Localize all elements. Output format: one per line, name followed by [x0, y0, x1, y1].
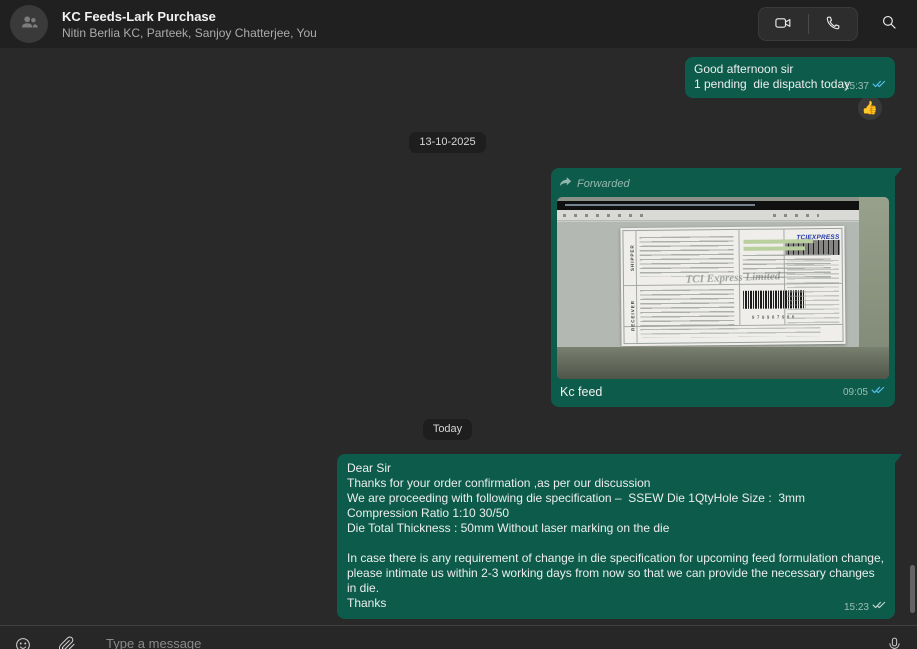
attach-button[interactable] — [58, 636, 76, 649]
header-actions — [758, 7, 903, 41]
group-people-icon — [18, 11, 40, 38]
message-input[interactable] — [106, 636, 860, 649]
image-caption-row: Kc feed 09:05 — [557, 379, 889, 401]
chat-header: KC Feeds-Lark Purchase Nitin Berlia KC, … — [0, 0, 917, 48]
message-time: 15:23 — [844, 600, 869, 615]
forwarded-image-message[interactable]: Forwarded SHIPPER RECEIVER TCIEXPRESS — [551, 168, 895, 407]
pdf-viewer-area: SHIPPER RECEIVER TCIEXPRESS 979987986 TC… — [557, 222, 859, 347]
consignment-note-document: SHIPPER RECEIVER TCIEXPRESS 979987986 TC… — [620, 226, 845, 346]
message-meta: 15:37 — [844, 79, 887, 94]
shipping-document-photo[interactable]: SHIPPER RECEIVER TCIEXPRESS 979987986 TC… — [557, 197, 889, 379]
read-ticks-icon — [872, 79, 887, 94]
message-composer — [0, 625, 917, 649]
outgoing-message[interactable]: Good afternoon sir 1 pending die dispatc… — [685, 57, 895, 98]
image-caption: Kc feed — [560, 385, 602, 400]
scrollbar-thumb[interactable] — [910, 565, 915, 613]
monitor-screen: SHIPPER RECEIVER TCIEXPRESS 979987986 TC… — [557, 201, 859, 347]
message-meta: 09:05 — [843, 385, 886, 400]
read-ticks-icon — [871, 385, 886, 400]
chat-participants: Nitin Berlia KC, Parteek, Sanjoy Chatter… — [62, 25, 317, 41]
forwarded-indicator: Forwarded — [557, 174, 889, 197]
browser-url-bar — [557, 201, 859, 210]
emoji-button[interactable] — [14, 636, 32, 649]
pdf-toolbar — [557, 210, 859, 221]
message-time: 09:05 — [843, 385, 868, 400]
photo-background — [859, 197, 889, 347]
call-button-group — [758, 7, 858, 41]
message-list: Good afternoon sir 1 pending die dispatc… — [0, 48, 917, 625]
voice-record-button[interactable] — [886, 636, 903, 649]
search-button[interactable] — [876, 9, 903, 39]
message-time: 15:37 — [844, 79, 869, 94]
thumbs-up-emoji: 👍 — [862, 100, 878, 116]
date-divider: 13-10-2025 — [409, 132, 485, 153]
group-avatar[interactable] — [10, 5, 48, 43]
chat-title: KC Feeds-Lark Purchase — [62, 8, 317, 25]
voice-call-button[interactable] — [809, 8, 858, 40]
chat-header-info[interactable]: KC Feeds-Lark Purchase Nitin Berlia KC, … — [62, 8, 317, 41]
receiver-label: RECEIVER — [625, 290, 636, 340]
outgoing-message[interactable]: Dear Sir Thanks for your order confirmat… — [337, 454, 895, 619]
phone-icon — [824, 14, 842, 35]
message-reaction[interactable]: 👍 — [856, 94, 884, 122]
video-call-button[interactable] — [759, 8, 808, 40]
microphone-icon — [886, 636, 903, 649]
search-icon — [880, 13, 899, 35]
photo-foreground — [557, 347, 889, 379]
date-divider: Today — [423, 419, 472, 440]
delivered-ticks-icon — [872, 600, 887, 615]
forwarded-label: Forwarded — [577, 178, 630, 191]
message-meta: 15:23 — [844, 600, 887, 615]
paperclip-icon — [58, 636, 76, 649]
forward-arrow-icon — [559, 176, 572, 192]
video-camera-icon — [773, 13, 793, 36]
message-text: Dear Sir Thanks for your order confirmat… — [347, 461, 885, 611]
shipper-label: SHIPPER — [624, 236, 634, 280]
emoji-smiley-icon — [14, 636, 32, 649]
